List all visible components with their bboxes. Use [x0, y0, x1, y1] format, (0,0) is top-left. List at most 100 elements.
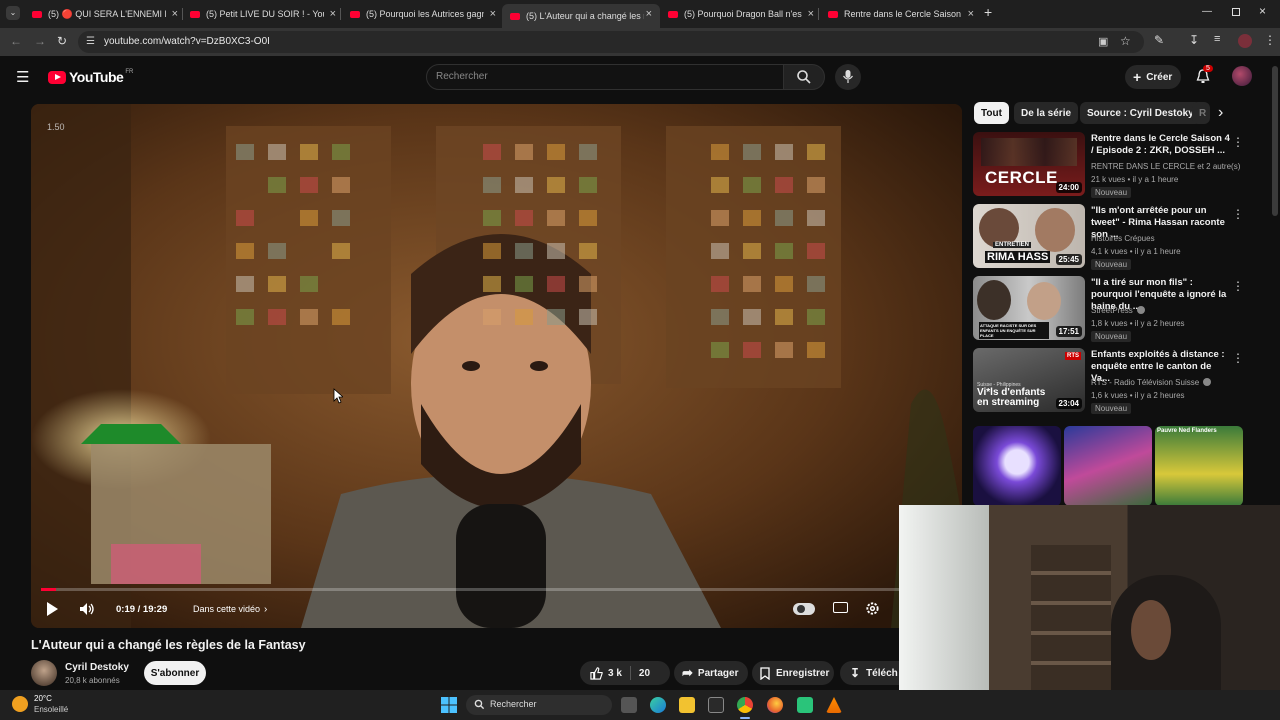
- like-button[interactable]: 3 k: [580, 666, 622, 680]
- minimize-icon[interactable]: —: [1202, 6, 1212, 17]
- chip-source[interactable]: Source : Cyril Destoky: [1080, 102, 1201, 124]
- install-app-icon[interactable]: ▣: [1098, 35, 1108, 48]
- taskbar-search[interactable]: Rechercher: [466, 695, 612, 715]
- profile-avatar[interactable]: [1238, 34, 1252, 48]
- chip-series[interactable]: De la série: [1014, 102, 1079, 124]
- shorts-thumbnail[interactable]: [973, 426, 1061, 506]
- chapters-button[interactable]: Dans cette vidéo ›: [185, 598, 275, 620]
- forward-icon[interactable]: →: [34, 34, 46, 48]
- volume-button[interactable]: [79, 602, 95, 621]
- more-actions-icon[interactable]: ⋮: [1232, 135, 1244, 149]
- recommendation-item[interactable]: ATTAQUE RACISTE SUR DES ENFANTS UN ENQUÊ…: [973, 276, 1244, 342]
- downloads-icon[interactable]: ↧: [1189, 33, 1199, 47]
- close-tab-icon[interactable]: ×: [808, 8, 814, 20]
- save-button[interactable]: Enregistrer: [752, 661, 834, 685]
- bookmark-star-icon[interactable]: ☆: [1120, 34, 1131, 48]
- sticky-note: [711, 210, 729, 226]
- video-thumbnail[interactable]: ATTAQUE RACISTE SUR DES ENFANTS UN ENQUÊ…: [973, 276, 1085, 340]
- close-window-icon[interactable]: ×: [1259, 4, 1266, 18]
- recommendation-item[interactable]: RTS Suisse - Philippines Vi*ls d'enfants…: [973, 348, 1244, 414]
- recommendation-channel[interactable]: RENTRE DANS LE CERCLE et 2 autre(s): [1091, 162, 1240, 171]
- video-thumbnail[interactable]: ENTRETIEN RIMA HASS 25:45: [973, 204, 1085, 268]
- hamburger-menu-icon[interactable]: ☰: [16, 68, 29, 86]
- browser-tab-1[interactable]: (5) 🔴 QUI SERA L'ENNEMI FIN ×: [32, 4, 178, 24]
- recommendation-meta: 21 k vues • il y a 1 heure: [1091, 175, 1179, 184]
- close-tab-icon[interactable]: ×: [646, 8, 652, 20]
- subtitles-icon[interactable]: [833, 602, 848, 613]
- app-icon[interactable]: [797, 697, 813, 713]
- browser-tab-6[interactable]: Rentre dans le Cercle Saison 4 ×: [828, 4, 974, 24]
- browser-tab-3[interactable]: (5) Pourquoi les Autrices gagne ×: [350, 4, 496, 24]
- active-app-indicator: [740, 717, 750, 719]
- shorts-thumbnail[interactable]: [1064, 426, 1152, 506]
- recommendation-channel[interactable]: StreetPress: [1091, 306, 1146, 315]
- search-input[interactable]: Rechercher: [426, 64, 784, 90]
- recommendation-item[interactable]: ENTRETIEN RIMA HASS 25:45 "Ils m'ont arr…: [973, 204, 1244, 270]
- edge-browser-icon[interactable]: [650, 697, 666, 713]
- search-button[interactable]: [783, 64, 825, 90]
- autoplay-toggle[interactable]: [793, 603, 815, 615]
- recommendation-item[interactable]: CERCLE 24:00 Rentre dans le Cercle Saiso…: [973, 132, 1244, 198]
- close-tab-icon[interactable]: ×: [490, 8, 496, 20]
- microsoft-store-icon[interactable]: [708, 697, 724, 713]
- more-actions-icon[interactable]: ⋮: [1232, 207, 1244, 221]
- chip-more[interactable]: R: [1192, 102, 1210, 124]
- video-thumbnail[interactable]: CERCLE 24:00: [973, 132, 1085, 196]
- close-tab-icon[interactable]: ×: [172, 8, 178, 20]
- task-view-icon[interactable]: [621, 697, 637, 713]
- browser-menu-icon[interactable]: ⋮: [1264, 33, 1276, 47]
- sun-icon: [12, 696, 28, 712]
- channel-avatar[interactable]: [31, 660, 57, 686]
- extensions-icon[interactable]: ✎: [1154, 33, 1164, 47]
- page-scrollbar[interactable]: [1272, 66, 1278, 216]
- recommendation-meta: 1,6 k vues • il y a 2 heures: [1091, 391, 1185, 400]
- progress-bar[interactable]: [41, 588, 952, 591]
- share-button[interactable]: ➦ Partager: [674, 661, 748, 685]
- browser-tab-2[interactable]: (5) Petit LIVE DU SOIR ! - YouTu ×: [190, 4, 336, 24]
- firefox-icon[interactable]: [767, 697, 783, 713]
- settings-gear-icon[interactable]: [865, 601, 880, 616]
- subscribe-button[interactable]: S'abonner: [144, 661, 206, 685]
- tab-list-dropdown-icon[interactable]: ⌄: [6, 6, 20, 20]
- channel-name[interactable]: Cyril Destoky: [65, 662, 129, 673]
- sticky-note: [332, 144, 350, 160]
- sticky-note: [300, 309, 318, 325]
- browser-tab-5[interactable]: (5) Pourquoi Dragon Ball n'est p ×: [668, 4, 814, 24]
- chip-all[interactable]: Tout: [974, 102, 1009, 124]
- browser-tab-active[interactable]: (5) L'Auteur qui a changé les rè ×: [502, 4, 660, 28]
- site-info-icon[interactable]: ☰: [86, 36, 95, 47]
- sticky-note: [743, 309, 761, 325]
- close-tab-icon[interactable]: ×: [330, 8, 336, 20]
- video-thumbnail[interactable]: RTS Suisse - Philippines Vi*ls d'enfants…: [973, 348, 1085, 412]
- chevron-right-icon[interactable]: ›: [1218, 104, 1223, 122]
- youtube-logo[interactable]: YouTube FR: [48, 69, 133, 85]
- sticky-note: [268, 309, 286, 325]
- create-button[interactable]: + Créer: [1125, 65, 1181, 89]
- video-player[interactable]: 1.50 0:19 / 19:29 Dans cette vidéo ›: [31, 104, 962, 628]
- back-icon[interactable]: ←: [10, 34, 22, 48]
- start-button[interactable]: [441, 697, 457, 713]
- new-tab-icon[interactable]: +: [984, 4, 992, 20]
- region-code: FR: [125, 69, 134, 75]
- reading-list-icon[interactable]: ≡: [1214, 33, 1220, 45]
- more-actions-icon[interactable]: ⋮: [1232, 351, 1244, 365]
- youtube-favicon-icon: [32, 10, 42, 18]
- vlc-icon[interactable]: [826, 697, 842, 713]
- tab-title: (5) L'Auteur qui a changé les rè: [526, 11, 644, 21]
- notifications-button[interactable]: 5: [1196, 65, 1213, 89]
- play-button[interactable]: [45, 601, 59, 622]
- comment-count[interactable]: 20: [639, 668, 650, 679]
- recommendation-title[interactable]: Rentre dans le Cercle Saison 4 / Episode…: [1091, 133, 1231, 157]
- file-explorer-icon[interactable]: [679, 697, 695, 713]
- more-actions-icon[interactable]: ⋮: [1232, 279, 1244, 293]
- recommendation-channel[interactable]: Histoires Crépues: [1091, 234, 1155, 243]
- close-tab-icon[interactable]: ×: [968, 8, 974, 20]
- reload-icon[interactable]: ↻: [57, 34, 67, 48]
- chrome-icon[interactable]: [737, 697, 753, 713]
- maximize-icon[interactable]: [1232, 8, 1240, 16]
- recommendation-channel[interactable]: RTS - Radio Télévision Suisse: [1091, 378, 1212, 387]
- voice-search-button[interactable]: [835, 64, 861, 90]
- shorts-thumbnail[interactable]: Pauvre Ned Flanders: [1155, 426, 1243, 506]
- address-bar[interactable]: ☰ youtube.com/watch?v=DzB0XC3-O0I ▣ ☆: [78, 31, 1144, 53]
- account-avatar[interactable]: [1232, 66, 1252, 86]
